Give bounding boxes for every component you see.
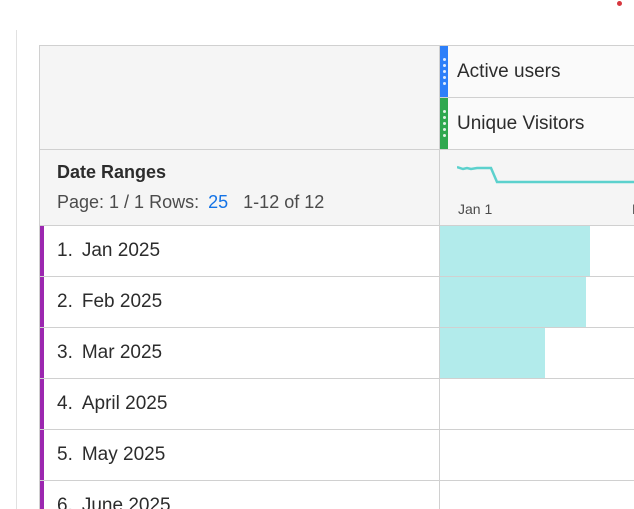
row-label: 2. Feb 2025 <box>57 291 163 312</box>
dimension-header: Date Ranges Page: 1 / 1 Rows: 25 1-12 of… <box>40 149 634 226</box>
table-row[interactable]: 4. April 2025 <box>40 379 634 430</box>
table-row[interactable]: 2. Feb 2025 <box>40 277 634 328</box>
table-row[interactable]: 6. June 2025 <box>40 481 634 509</box>
table-body: 1. Jan 2025 2. Feb 2025 3. Mar 2025 4. April… <box>40 226 634 509</box>
metric-unique-visitors[interactable]: Unique Visitors <box>440 98 634 150</box>
metric-drag-handle-icon[interactable] <box>440 46 448 97</box>
table-row[interactable]: 3. Mar 2025 <box>40 328 634 379</box>
value-bar <box>440 277 586 327</box>
metric-header: Active users Unique Visitors <box>40 45 634 150</box>
dimension-title[interactable]: Date Ranges <box>57 162 166 183</box>
row-range: 1-12 of 12 <box>243 192 325 212</box>
metric-cell <box>440 226 634 276</box>
metric-label: Unique Visitors <box>457 113 585 134</box>
column-divider <box>439 150 440 225</box>
panel-left-divider <box>16 30 17 509</box>
row-accent <box>40 328 44 378</box>
row-label: 1. Jan 2025 <box>57 240 161 261</box>
row-label: 5. May 2025 <box>57 444 166 465</box>
metric-active-users[interactable]: Active users <box>440 46 634 98</box>
row-accent <box>40 226 44 276</box>
pagination: Page: 1 / 1 Rows: 25 1-12 of 12 <box>57 192 324 213</box>
freeform-table: Active users Unique Visitors Date Ranges… <box>39 45 634 509</box>
row-label: 4. April 2025 <box>57 393 168 414</box>
metric-cell <box>440 379 634 429</box>
sparkline-line <box>457 165 634 184</box>
sparkline-chart <box>457 165 634 184</box>
metric-cell <box>440 328 634 378</box>
freeform-table-panel: Active users Unique Visitors Date Ranges… <box>0 0 634 509</box>
row-accent <box>40 277 44 327</box>
value-bar <box>440 328 545 378</box>
metric-cell <box>440 277 634 327</box>
rows-per-page-selector[interactable]: 25 <box>208 192 228 212</box>
metric-label: Active users <box>457 61 561 82</box>
row-label: 3. Mar 2025 <box>57 342 163 363</box>
row-label: 6. June 2025 <box>57 495 171 509</box>
metric-cell <box>440 430 634 480</box>
metric-cell <box>440 481 634 509</box>
table-row[interactable]: 5. May 2025 <box>40 430 634 481</box>
sparkline-start-label: Jan 1 <box>458 201 493 217</box>
metric-drag-handle-icon[interactable] <box>440 98 448 149</box>
row-accent <box>40 430 44 480</box>
rows-label: Rows: <box>149 192 200 212</box>
value-bar <box>440 226 590 276</box>
row-accent <box>40 379 44 429</box>
table-row[interactable]: 1. Jan 2025 <box>40 226 634 277</box>
page-indicator: Page: 1 / 1 <box>57 192 145 212</box>
row-accent <box>40 481 44 509</box>
notification-dot <box>617 1 622 6</box>
